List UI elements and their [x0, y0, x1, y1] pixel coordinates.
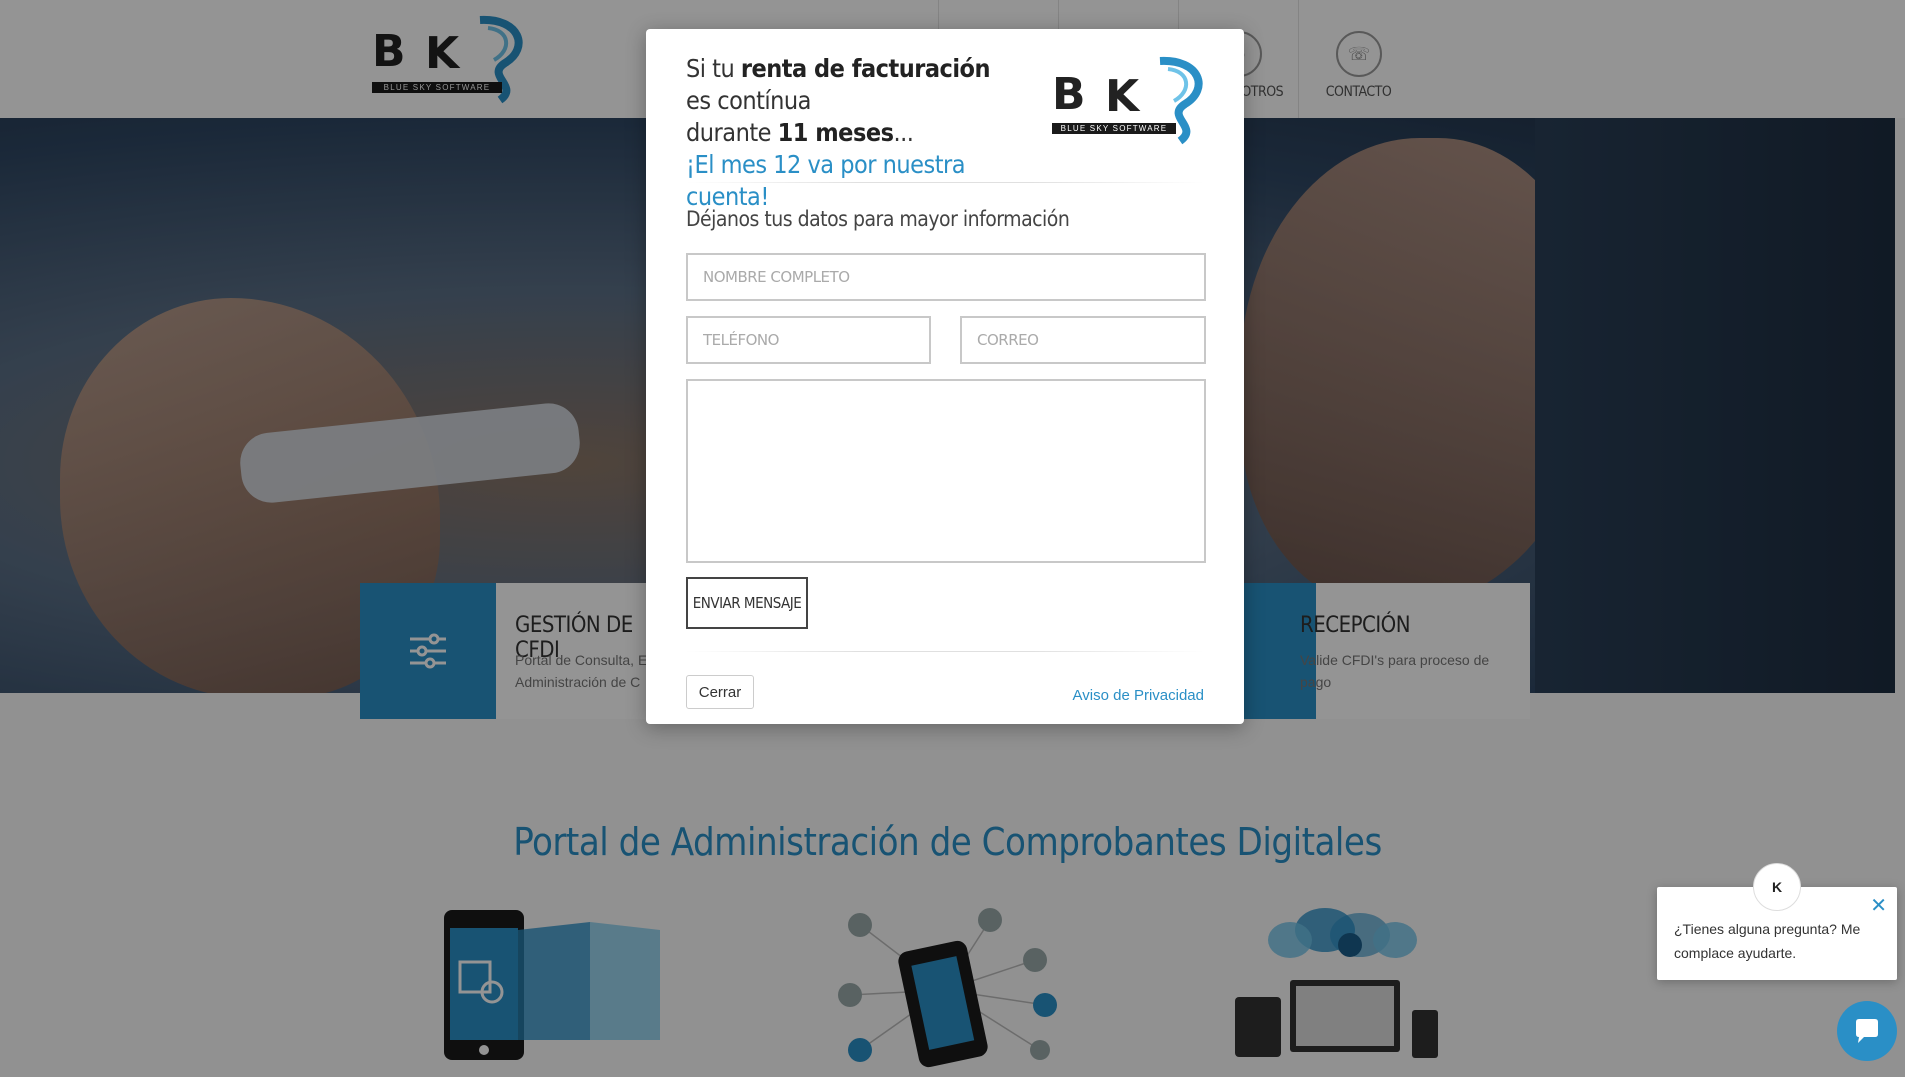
chat-icon [1856, 1019, 1878, 1043]
divider [686, 651, 1204, 652]
chat-message: ¿Tienes alguna pregunta? Me complace ayu… [1674, 921, 1861, 961]
modal-headline: Si tu renta de facturación es contínua d… [686, 53, 1016, 213]
phone-field[interactable] [686, 316, 931, 364]
headline-text: Si tu [686, 54, 741, 83]
chat-avatar: K [1753, 863, 1801, 911]
headline-bold: 11 meses [777, 118, 894, 147]
modal-logo: B K BLUE SKY SOFTWARE [1050, 49, 1210, 145]
form-intro: Déjanos tus datos para mayor información [686, 207, 1070, 231]
privacy-link[interactable]: Aviso de Privacidad [1073, 687, 1204, 704]
promo-modal: Si tu renta de facturación es contínua d… [646, 29, 1244, 724]
divider [686, 182, 1204, 183]
svg-text:B: B [1052, 69, 1086, 120]
chat-launcher-button[interactable] [1837, 1001, 1897, 1061]
headline-text: durante [686, 118, 778, 147]
close-button[interactable]: Cerrar [686, 675, 754, 709]
send-message-button[interactable]: ENVIAR MENSAJE [686, 577, 808, 629]
email-field[interactable] [960, 316, 1206, 364]
close-icon[interactable]: ✕ [1870, 896, 1887, 916]
headline-text: ... [893, 118, 914, 147]
logo-tagline: BLUE SKY SOFTWARE [1052, 123, 1176, 134]
message-field[interactable] [686, 379, 1206, 563]
svg-text:K: K [1105, 71, 1141, 122]
name-field[interactable] [686, 253, 1206, 301]
headline-text: es contínua [686, 86, 811, 115]
headline-bold: renta de facturación [740, 54, 991, 83]
headline-highlight: ¡El mes 12 va por nuestra cuenta! [686, 150, 966, 211]
